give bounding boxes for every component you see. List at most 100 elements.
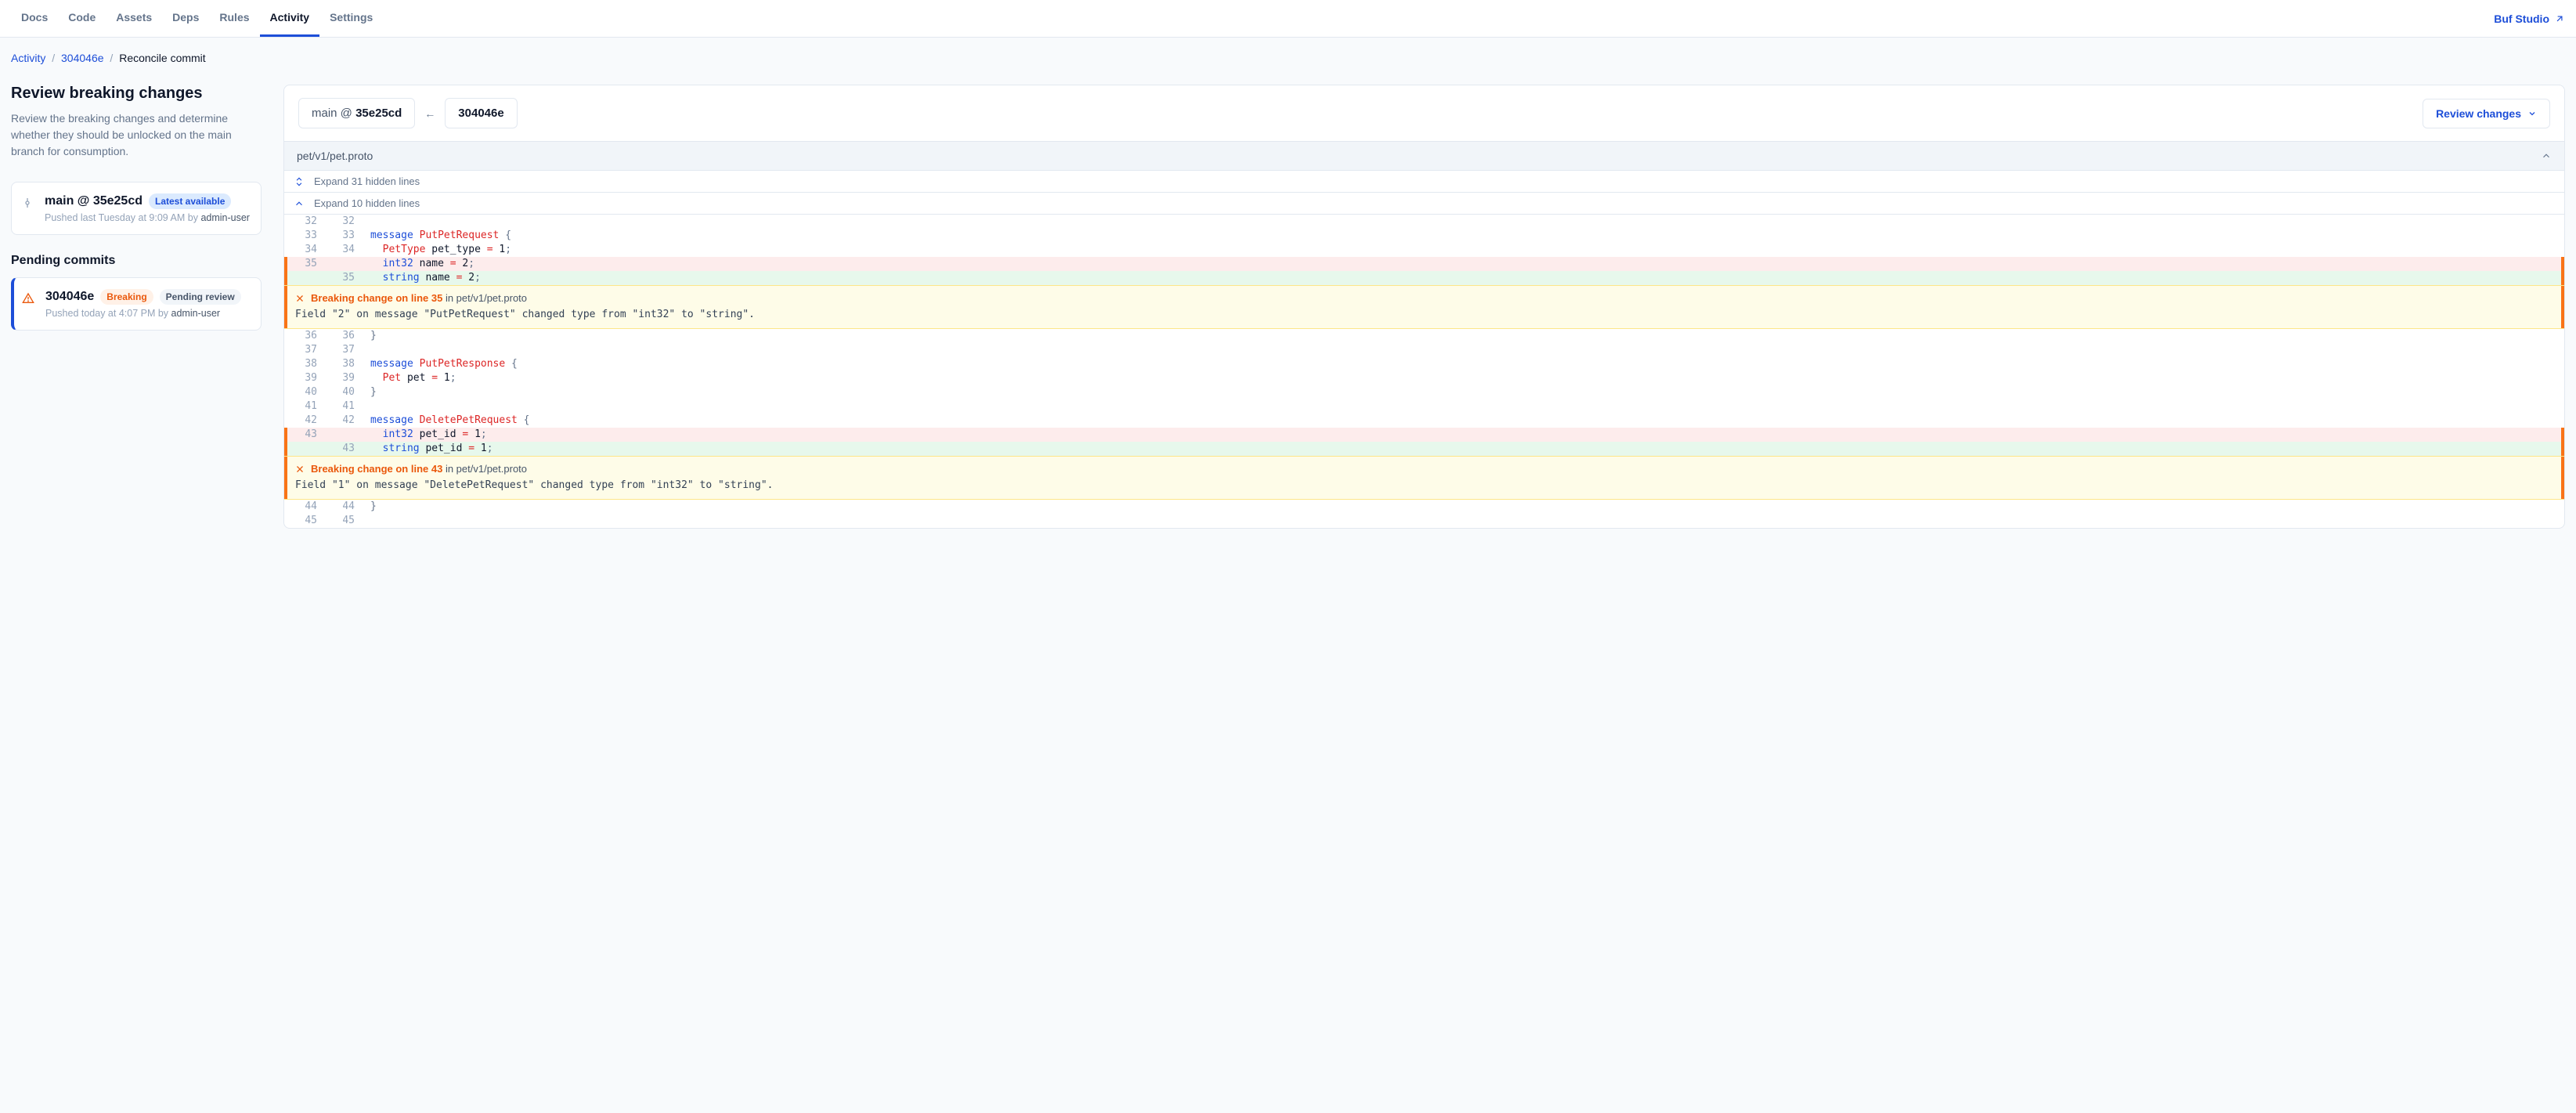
nav-tab-rules[interactable]: Rules <box>209 0 259 37</box>
breadcrumb-sep: / <box>52 52 55 64</box>
diff-line: 4040} <box>284 385 2564 399</box>
review-changes-button[interactable]: Review changes <box>2423 99 2550 128</box>
diff-line: 35 string name = 2; <box>284 271 2564 285</box>
diff-block: 32323333message PutPetRequest {3434 PetT… <box>284 215 2564 285</box>
nav-tab-assets[interactable]: Assets <box>106 0 162 37</box>
line-number-old: 41 <box>287 399 325 414</box>
code-content <box>363 343 2561 357</box>
diff-line: 43 string pet_id = 1; <box>284 442 2564 456</box>
code-content <box>363 514 2561 528</box>
expand-up-icon <box>292 198 306 209</box>
page-title: Review breaking changes <box>11 85 262 103</box>
line-number-old: 44 <box>287 500 325 514</box>
code-content: string name = 2; <box>363 271 2561 285</box>
code-content: message PutPetRequest { <box>363 229 2561 243</box>
breadcrumb: Activity / 304046e / Reconcile commit <box>11 52 2565 64</box>
diff-line: 3232 <box>284 215 2564 229</box>
line-number-old: 32 <box>287 215 325 229</box>
base-ref-pill[interactable]: main @ 35e25cd <box>298 98 415 128</box>
breadcrumb-sep: / <box>110 52 113 64</box>
alert-file: in pet/v1/pet.proto <box>442 463 527 475</box>
top-nav: DocsCodeAssetsDepsRulesActivitySettings … <box>0 0 2576 38</box>
line-number-old <box>287 442 325 456</box>
nav-tabs: DocsCodeAssetsDepsRulesActivitySettings <box>11 0 383 37</box>
expand-lines-button[interactable]: Expand 10 hidden lines <box>284 193 2564 215</box>
compare-ref-pill[interactable]: 304046e <box>445 98 517 128</box>
code-content: } <box>363 329 2561 343</box>
buf-studio-link[interactable]: Buf Studio <box>2494 13 2565 25</box>
line-number-old: 42 <box>287 414 325 428</box>
alert-title: Breaking change on line 43 <box>311 463 442 475</box>
line-number-old: 34 <box>287 243 325 257</box>
diff-line: 3838message PutPetResponse { <box>284 357 2564 371</box>
expand-label: Expand 31 hidden lines <box>314 175 420 187</box>
file-header: pet/v1/pet.proto <box>284 142 2564 171</box>
diff-line: 4141 <box>284 399 2564 414</box>
code-content <box>363 399 2561 414</box>
code-content: string pet_id = 1; <box>363 442 2561 456</box>
expand-label: Expand 10 hidden lines <box>314 197 420 209</box>
latest-badge: Latest available <box>149 193 231 209</box>
line-number-new: 41 <box>325 399 363 414</box>
pending-heading: Pending commits <box>11 254 262 268</box>
nav-tab-deps[interactable]: Deps <box>162 0 209 37</box>
line-number-old: 39 <box>287 371 325 385</box>
line-number-new <box>325 428 363 442</box>
code-content: PetType pet_type = 1; <box>363 243 2561 257</box>
review-changes-label: Review changes <box>2436 107 2521 120</box>
diff-line: 4242message DeletePetRequest { <box>284 414 2564 428</box>
line-number-new: 42 <box>325 414 363 428</box>
line-number-old: 43 <box>287 428 325 442</box>
latest-commit-card[interactable]: main @ 35e25cd Latest available Pushed l… <box>11 182 262 235</box>
pending-commit-card[interactable]: 304046e Breaking Pending review Pushed t… <box>11 277 262 331</box>
diff-line: 4545 <box>284 514 2564 528</box>
pending-commit-meta: Pushed today at 4:07 PM by admin-user <box>45 308 250 319</box>
line-number-new: 34 <box>325 243 363 257</box>
collapse-file-button[interactable] <box>2541 150 2552 161</box>
breadcrumb-activity[interactable]: Activity <box>11 52 45 64</box>
nav-tab-code[interactable]: Code <box>58 0 106 37</box>
diff-line: 3939 Pet pet = 1; <box>284 371 2564 385</box>
code-content: int32 pet_id = 1; <box>363 428 2561 442</box>
nav-tab-settings[interactable]: Settings <box>319 0 383 37</box>
line-number-old: 45 <box>287 514 325 528</box>
external-link-icon <box>2554 13 2565 24</box>
diff-line: 3333message PutPetRequest { <box>284 229 2564 243</box>
page-subtitle: Review the breaking changes and determin… <box>11 110 262 160</box>
code-content <box>363 215 2561 229</box>
diff-block: 4444}4545 <box>284 500 2564 528</box>
line-number-new: 43 <box>325 442 363 456</box>
line-number-old: 37 <box>287 343 325 357</box>
line-number-old <box>287 271 325 285</box>
code-content: int32 name = 2; <box>363 257 2561 271</box>
line-number-new: 45 <box>325 514 363 528</box>
expand-lines-button[interactable]: Expand 31 hidden lines <box>284 171 2564 193</box>
diff-line: 4444} <box>284 500 2564 514</box>
line-number-old: 33 <box>287 229 325 243</box>
line-number-old: 38 <box>287 357 325 371</box>
diff-line: 35 int32 name = 2; <box>284 257 2564 271</box>
nav-tab-activity[interactable]: Activity <box>260 0 320 37</box>
latest-commit-title: main @ 35e25cd <box>45 194 143 208</box>
code-content: } <box>363 500 2561 514</box>
line-number-new: 38 <box>325 357 363 371</box>
breadcrumb-commit[interactable]: 304046e <box>61 52 104 64</box>
breaking-change-alert: Breaking change on line 43 in pet/v1/pet… <box>284 456 2564 500</box>
code-content: message PutPetResponse { <box>363 357 2561 371</box>
line-number-new: 37 <box>325 343 363 357</box>
nav-tab-docs[interactable]: Docs <box>11 0 58 37</box>
alert-file: in pet/v1/pet.proto <box>442 292 527 304</box>
expand-both-icon <box>292 176 306 187</box>
diff-line: 3737 <box>284 343 2564 357</box>
line-number-old: 35 <box>287 257 325 271</box>
alert-message: Field "1" on message "DeletePetRequest" … <box>295 479 2553 491</box>
diff-header: main @ 35e25cd ← 304046e Review changes <box>284 85 2564 142</box>
pending-review-badge: Pending review <box>160 289 241 305</box>
breaking-change-alert: Breaking change on line 35 in pet/v1/pet… <box>284 285 2564 329</box>
breaking-badge: Breaking <box>100 289 153 305</box>
pending-commit-title: 304046e <box>45 290 94 304</box>
line-number-new: 36 <box>325 329 363 343</box>
chevron-down-icon <box>2527 109 2537 118</box>
diff-line: 3434 PetType pet_type = 1; <box>284 243 2564 257</box>
line-number-new: 32 <box>325 215 363 229</box>
